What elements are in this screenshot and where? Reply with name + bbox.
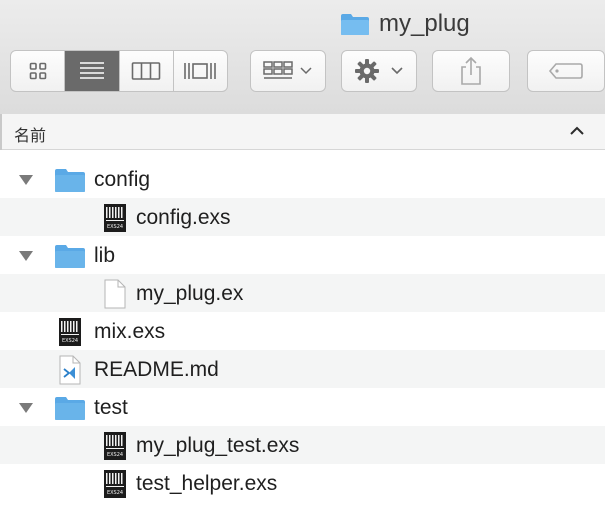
- file-row[interactable]: README.md: [0, 350, 605, 388]
- document-icon: [103, 279, 127, 314]
- folder-icon: [54, 167, 86, 198]
- folder-row[interactable]: test: [0, 388, 605, 426]
- group-by-icon: [263, 61, 312, 79]
- folder-icon: [340, 12, 370, 36]
- coverflow-view-icon: [184, 63, 217, 79]
- file-name: mix.exs: [94, 320, 166, 343]
- disclosure-triangle-icon[interactable]: [18, 249, 34, 261]
- folder-row[interactable]: lib: [0, 236, 605, 274]
- column-header: 名前: [0, 114, 605, 150]
- file-row[interactable]: EXS24 my_plug_test.exs: [0, 426, 605, 464]
- exs-file-icon: EXS24: [103, 203, 127, 238]
- exs-file-icon: EXS24: [103, 469, 127, 504]
- icon-view-icon: [29, 62, 46, 80]
- file-row[interactable]: EXS24 test_helper.exs: [0, 464, 605, 502]
- file-name: config.exs: [136, 206, 231, 229]
- file-name: my_plug_test.exs: [136, 434, 300, 457]
- tag-icon: [548, 63, 583, 79]
- folder-icon: [54, 243, 86, 274]
- coverflow-view-button[interactable]: [174, 51, 227, 91]
- file-list: config EXS24 config.exs lib my_plug.ex EX…: [0, 160, 605, 502]
- share-button[interactable]: [432, 50, 510, 92]
- column-view-icon: [131, 62, 161, 80]
- folder-name: config: [94, 168, 151, 191]
- view-mode-segmented-control: [10, 50, 228, 92]
- file-name: test_helper.exs: [136, 472, 278, 495]
- folder-icon: [54, 395, 86, 426]
- folder-row[interactable]: config: [0, 160, 605, 198]
- file-row[interactable]: EXS24 config.exs: [0, 198, 605, 236]
- svg-text:EXS24: EXS24: [107, 224, 123, 230]
- icon-view-button[interactable]: [11, 51, 66, 91]
- sort-ascending-icon[interactable]: [569, 124, 585, 142]
- file-name: my_plug.ex: [136, 282, 244, 305]
- name-column-header[interactable]: 名前: [14, 122, 46, 146]
- file-row[interactable]: EXS24 mix.exs: [0, 312, 605, 350]
- window-title: my_plug: [340, 8, 470, 40]
- window-title-text: my_plug: [379, 10, 470, 37]
- disclosure-triangle-icon[interactable]: [18, 173, 34, 185]
- gear-icon: [355, 59, 403, 83]
- disclosure-triangle-icon[interactable]: [18, 401, 34, 413]
- exs-file-icon: EXS24: [103, 431, 127, 466]
- share-icon: [461, 56, 481, 85]
- action-menu-button[interactable]: [341, 50, 417, 92]
- svg-text:EXS24: EXS24: [107, 490, 123, 496]
- svg-text:EXS24: EXS24: [62, 338, 78, 344]
- file-row[interactable]: my_plug.ex: [0, 274, 605, 312]
- edit-tags-button[interactable]: [527, 50, 605, 92]
- svg-text:EXS24: EXS24: [107, 452, 123, 458]
- folder-name: test: [94, 396, 128, 419]
- vscode-markdown-file-icon: [58, 355, 82, 390]
- exs-file-icon: EXS24: [58, 317, 82, 352]
- list-view-icon: [79, 62, 104, 79]
- column-view-button[interactable]: [120, 51, 174, 91]
- group-by-button[interactable]: [250, 50, 326, 92]
- list-view-button[interactable]: [65, 51, 120, 91]
- column-divider: [0, 114, 2, 150]
- window-toolbar: my_plug: [0, 0, 605, 115]
- file-name: README.md: [94, 358, 219, 381]
- folder-name: lib: [94, 244, 116, 267]
